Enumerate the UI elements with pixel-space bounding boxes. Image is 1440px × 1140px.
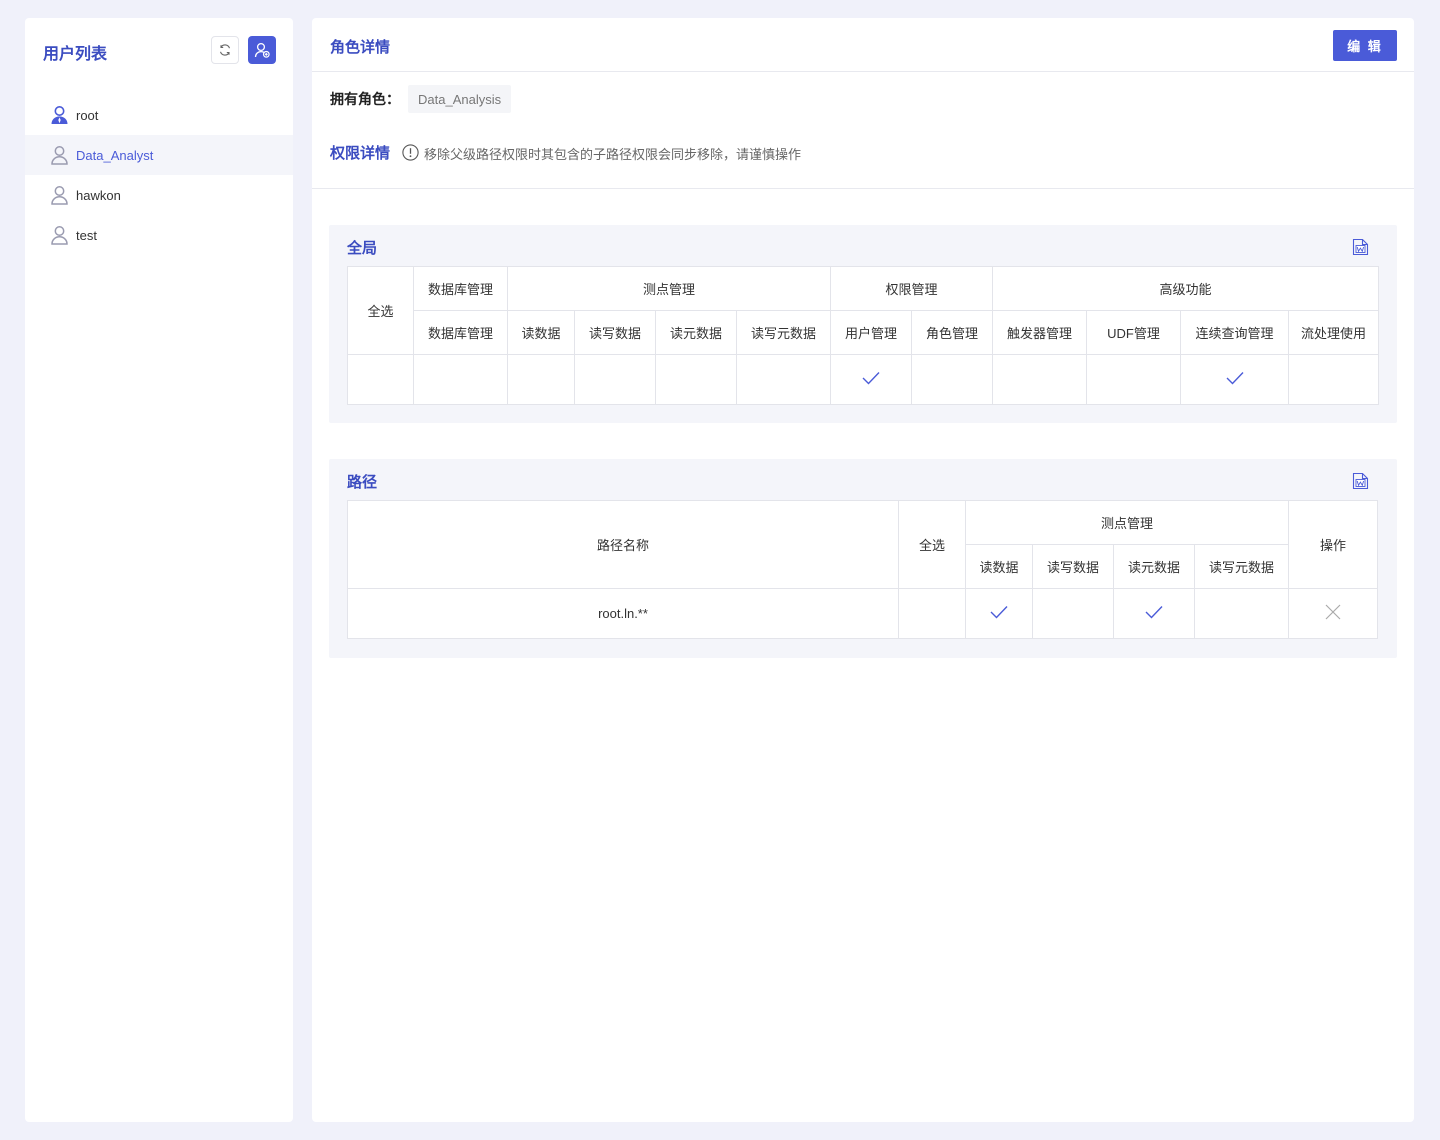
user-item-label: Data_Analyst [76, 147, 154, 163]
permission-cell[interactable] [911, 354, 993, 405]
permission-cell[interactable] [965, 588, 1033, 639]
action-header: 操作 [1288, 500, 1378, 589]
permission-cell[interactable] [574, 354, 656, 405]
user-icon [50, 145, 69, 165]
permission-cell[interactable] [992, 354, 1087, 405]
user-item-label: hawkon [76, 187, 121, 203]
role-detail-title: 角色详情 [330, 39, 391, 56]
role-detail-panel: 角色详情 编 辑 拥有角色： Data_Analysis 权限详情 移除父级路径… [312, 18, 1414, 1122]
add-user-button[interactable] [248, 36, 276, 64]
global-section-title: 全局 [347, 240, 378, 257]
global-permission-section: 全局 全选 数据库管理 测点管理 权限管理 高级功能 数据库管理 读数据 读写数… [329, 225, 1397, 423]
user-list: root Data_Analyst hawkon test [25, 95, 293, 255]
column-header: 读写元数据 [1194, 544, 1289, 589]
permission-cell[interactable] [1180, 354, 1289, 405]
user-list-panel: 用户列表 root Data_Analyst hawkon test [25, 18, 293, 1122]
path-select-all-header: 全选 [898, 500, 966, 589]
group-header-advanced: 高级功能 [992, 266, 1379, 311]
permission-cell[interactable] [1288, 354, 1379, 405]
column-header: 角色管理 [911, 310, 993, 355]
edit-button[interactable]: 编 辑 [1333, 30, 1397, 61]
refresh-button[interactable] [211, 36, 239, 64]
path-permission-section: 路径 路径名称 全选 测点管理 操作 读数据 读写数据 读元数据 读写元数据 r… [329, 459, 1397, 658]
permission-title: 权限详情 [330, 145, 391, 162]
column-header: 读写元数据 [736, 310, 831, 355]
user-list-title: 用户列表 [43, 46, 108, 63]
column-header: 读写数据 [1032, 544, 1114, 589]
permission-cell[interactable] [507, 354, 575, 405]
permission-cell[interactable] [830, 354, 912, 405]
user-icon [50, 225, 69, 245]
column-header: 读数据 [507, 310, 575, 355]
role-label: 拥有角色： [330, 91, 400, 107]
export-word-icon[interactable] [1352, 472, 1369, 490]
permission-cell[interactable] [1086, 354, 1181, 405]
select-all-cell[interactable] [898, 588, 966, 639]
column-header: UDF管理 [1086, 310, 1181, 355]
column-header: 数据库管理 [413, 310, 508, 355]
column-header: 读元数据 [1113, 544, 1195, 589]
path-section-title: 路径 [347, 474, 378, 491]
permission-cell[interactable] [736, 354, 831, 405]
column-header: 读元数据 [655, 310, 737, 355]
path-row: root.ln.** [347, 588, 1378, 639]
path-name-cell: root.ln.** [347, 588, 899, 639]
info-icon [402, 144, 419, 161]
check-icon [989, 604, 1009, 620]
path-name-header: 路径名称 [347, 500, 899, 589]
column-header: 流处理使用 [1288, 310, 1379, 355]
delete-path-button[interactable] [1288, 588, 1378, 639]
user-admin-icon [50, 105, 69, 125]
path-permission-table: 路径名称 全选 测点管理 操作 读数据 读写数据 读元数据 读写元数据 root… [347, 500, 1378, 639]
close-icon [1324, 603, 1342, 621]
permission-header: 权限详情 移除父级路径权限时其包含的子路径权限会同步移除，请谨慎操作 [312, 142, 1414, 189]
group-header-database: 数据库管理 [413, 266, 508, 311]
permission-cell[interactable] [1113, 588, 1195, 639]
global-select-all-header: 全选 [347, 266, 414, 355]
user-item-root[interactable]: root [25, 95, 293, 135]
user-item-label: test [76, 227, 97, 243]
permission-cell[interactable] [1032, 588, 1114, 639]
select-all-cell[interactable] [347, 354, 414, 405]
user-item-label: root [76, 107, 99, 123]
user-item-hawkon[interactable]: hawkon [25, 175, 293, 215]
column-header: 连续查询管理 [1180, 310, 1289, 355]
column-header: 触发器管理 [992, 310, 1087, 355]
role-row: 拥有角色： Data_Analysis [330, 85, 512, 113]
column-header: 读写数据 [574, 310, 656, 355]
check-icon [1225, 370, 1245, 386]
user-list-header: 用户列表 [25, 18, 293, 80]
user-item-data-analyst[interactable]: Data_Analyst [25, 135, 293, 175]
user-icon [50, 185, 69, 205]
group-header-permission: 权限管理 [830, 266, 993, 311]
column-header: 用户管理 [830, 310, 912, 355]
refresh-icon [219, 44, 231, 56]
group-header-timeseries: 测点管理 [507, 266, 831, 311]
permission-cell[interactable] [413, 354, 508, 405]
global-permission-row [347, 354, 1379, 405]
permission-cell[interactable] [1194, 588, 1289, 639]
permission-note: 移除父级路径权限时其包含的子路径权限会同步移除，请谨慎操作 [424, 147, 802, 162]
check-icon [1144, 604, 1164, 620]
role-tag: Data_Analysis [408, 85, 512, 113]
user-item-test[interactable]: test [25, 215, 293, 255]
global-permission-table: 全选 数据库管理 测点管理 权限管理 高级功能 数据库管理 读数据 读写数据 读… [347, 266, 1379, 405]
group-header-timeseries: 测点管理 [965, 500, 1289, 545]
add-user-icon [254, 42, 270, 58]
permission-cell[interactable] [655, 354, 737, 405]
export-word-icon[interactable] [1352, 238, 1369, 256]
role-detail-header: 角色详情 编 辑 [312, 18, 1414, 72]
check-icon [861, 370, 881, 386]
column-header: 读数据 [965, 544, 1033, 589]
